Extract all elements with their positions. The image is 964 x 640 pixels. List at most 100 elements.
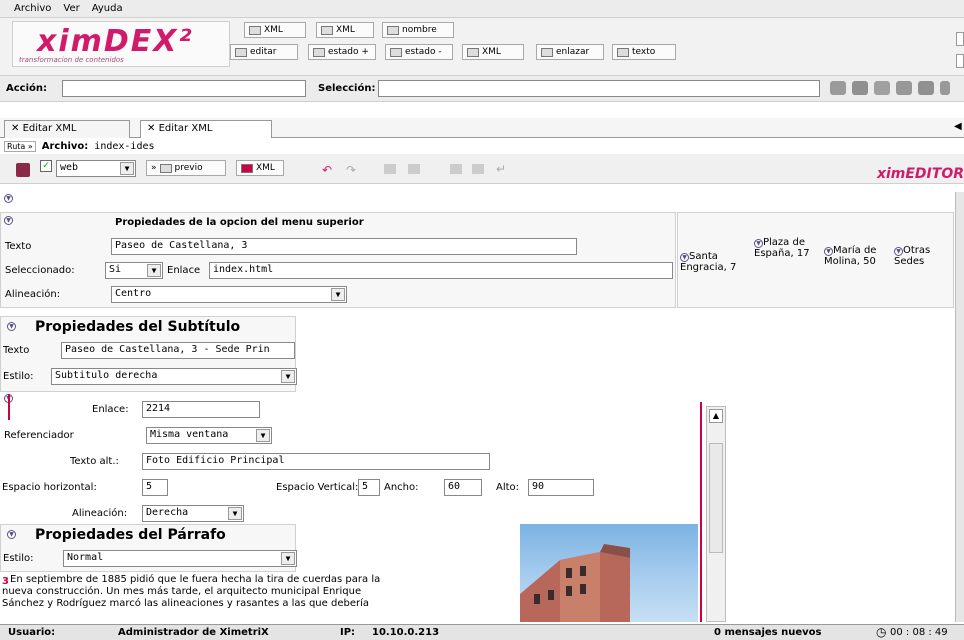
image-alineacion-label: Alineación: xyxy=(72,508,128,519)
link-button[interactable]: enlazar xyxy=(536,44,604,60)
side-button-1[interactable] xyxy=(956,32,964,46)
rename-button-label: nombre xyxy=(402,25,437,35)
accion-label: Acción: xyxy=(6,83,48,94)
building-illustration xyxy=(520,544,630,622)
redo-arrow-icon[interactable]: ↷ xyxy=(346,163,356,177)
edit-button-label: editar xyxy=(250,47,277,57)
texto-label: Texto xyxy=(5,241,32,252)
save-icon[interactable] xyxy=(16,163,30,177)
seleccionado-select[interactable]: Si ▼ xyxy=(105,262,163,279)
text-button[interactable]: texto xyxy=(612,44,676,60)
tools-icon[interactable] xyxy=(830,81,846,95)
subtitle-texto-label: Texto xyxy=(3,345,30,356)
seleccion-input[interactable] xyxy=(378,80,820,97)
close-icon[interactable]: ✕ xyxy=(11,123,23,134)
copy-icon[interactable] xyxy=(852,81,868,95)
espacio-horizontal-input[interactable]: 5 xyxy=(142,479,168,496)
undo-arrow-icon[interactable]: ↶ xyxy=(322,163,332,177)
menu-properties-panel: ▼ Propiedades de la opcion del menu supe… xyxy=(0,212,676,308)
cut-icon[interactable] xyxy=(874,81,890,95)
espacio-vertical-input[interactable]: 5 xyxy=(358,479,380,496)
image-icon[interactable] xyxy=(472,164,484,174)
xml-view-button[interactable]: XML xyxy=(236,160,284,176)
menu-ver[interactable]: Ver xyxy=(63,3,79,14)
paragraph-heading: Propiedades del Párrafo xyxy=(35,527,226,543)
menu-texto-input[interactable]: Paseo de Castellana, 3 xyxy=(111,238,577,255)
undo-icon[interactable] xyxy=(896,81,912,95)
list-icon[interactable] xyxy=(384,164,396,174)
inner-scrollbar[interactable]: ▲ xyxy=(706,406,726,622)
view-select[interactable]: web ▼ xyxy=(56,160,136,177)
table-icon[interactable] xyxy=(408,164,420,174)
menu-option[interactable]: ▼ Santa Engracia, 7 xyxy=(680,251,750,273)
tab-scroll-left-icon[interactable]: ◀ xyxy=(954,121,962,132)
edit-button[interactable]: editar xyxy=(230,44,298,60)
referenciador-label: Referenciador xyxy=(4,430,74,441)
menu-alineacion-select[interactable]: Centro ▼ xyxy=(111,286,347,303)
state-down-button[interactable]: estado - xyxy=(385,44,453,60)
referenciador-select[interactable]: Misma ventana ▼ xyxy=(146,427,272,444)
chevron-up-icon[interactable]: ▲ xyxy=(709,409,723,423)
seleccionado-value: Si xyxy=(109,264,122,275)
menu-options-panel: ▼ Santa Engracia, 7 ▼ Plaza de España, 17 … xyxy=(677,212,954,308)
preview-button[interactable]: » previo xyxy=(146,160,226,176)
collapse-icon: ▼ xyxy=(680,253,689,262)
collapse-icon[interactable]: ▼ xyxy=(7,530,16,539)
enter-icon[interactable]: ↵ xyxy=(496,162,506,176)
more-icon[interactable] xyxy=(940,81,950,95)
collapse-icon[interactable]: ▼ xyxy=(4,216,13,225)
subtitle-texto-input[interactable]: Paseo de Castellana, 3 - Sede Prin xyxy=(61,342,295,359)
section-divider xyxy=(700,402,702,622)
ancho-label: Ancho: xyxy=(384,482,419,493)
archivo-label: Archivo: xyxy=(41,140,89,152)
state-up-button[interactable]: estado + xyxy=(308,44,376,60)
ancho-input[interactable]: 60 xyxy=(444,479,482,496)
alineacion-label: Alineación: xyxy=(5,289,61,300)
alt-input[interactable]: Foto Edificio Principal xyxy=(142,453,490,470)
subtitle-estilo-select[interactable]: Subtitulo derecha ▼ xyxy=(51,368,297,385)
messages-count[interactable]: 0 mensajes nuevos xyxy=(714,627,821,638)
main-scrollbar[interactable] xyxy=(955,192,964,622)
link-icon[interactable] xyxy=(450,164,462,174)
action-bar: Acción: Selección: xyxy=(0,76,964,102)
menu-option[interactable]: ▼ María de Molina, 50 xyxy=(824,245,892,267)
view-checkbox[interactable]: ✓ xyxy=(40,160,52,172)
accion-input[interactable] xyxy=(62,80,306,97)
side-button-2[interactable] xyxy=(956,54,964,68)
image-alineacion-select[interactable]: Derecha ▼ xyxy=(142,505,244,522)
tab-editar-xml-1[interactable]: ✕ Editar XML xyxy=(4,120,130,138)
alto-input[interactable]: 90 xyxy=(528,479,594,496)
action-icons xyxy=(830,81,960,97)
xml-button-1[interactable]: XML xyxy=(244,22,306,38)
link-icon xyxy=(541,47,553,57)
preview-label: previo xyxy=(174,163,203,173)
scrollbar-thumb[interactable] xyxy=(709,443,723,553)
rename-button[interactable]: nombre xyxy=(382,22,454,38)
collapse-icon: ▼ xyxy=(894,247,903,256)
ruta-button[interactable]: Ruta » xyxy=(4,140,36,152)
chevron-down-icon: ▼ xyxy=(281,370,295,383)
menu-archivo[interactable]: Archivo xyxy=(14,3,51,14)
xml-button-2[interactable]: XML xyxy=(316,22,374,38)
collapse-icon[interactable]: ▼ xyxy=(4,194,13,203)
menu-option[interactable]: ▼ Plaza de España, 17 xyxy=(754,237,816,259)
image-enlace-label: Enlace: xyxy=(92,404,129,415)
clock-icon: ◷ xyxy=(876,625,887,639)
state-up-label: estado + xyxy=(328,47,369,57)
logo-subtitle: transformacion de contenidos xyxy=(19,56,124,64)
tab-editar-xml-2[interactable]: ✕ Editar XML xyxy=(140,120,272,138)
preview-icon[interactable] xyxy=(918,81,934,95)
espacio-vertical-label: Espacio Vertical: xyxy=(276,482,359,493)
xml-button-1-label: XML xyxy=(264,25,283,35)
collapse-icon[interactable]: ▼ xyxy=(7,322,16,331)
menu-ayuda[interactable]: Ayuda xyxy=(92,3,123,14)
chevron-down-icon: ▼ xyxy=(281,552,295,565)
seleccionado-label: Seleccionado: xyxy=(5,265,75,276)
image-enlace-input[interactable]: 2214 xyxy=(142,401,260,418)
paragraph-estilo-select[interactable]: Normal ▼ xyxy=(63,550,297,567)
xml-button-3[interactable]: XML xyxy=(462,44,524,60)
close-icon[interactable]: ✕ xyxy=(147,123,159,134)
menu-option[interactable]: ▼ Otras Sedes xyxy=(894,245,954,267)
menu-enlace-input[interactable]: index.html xyxy=(209,262,673,279)
ip-value: 10.10.0.213 xyxy=(372,627,440,638)
